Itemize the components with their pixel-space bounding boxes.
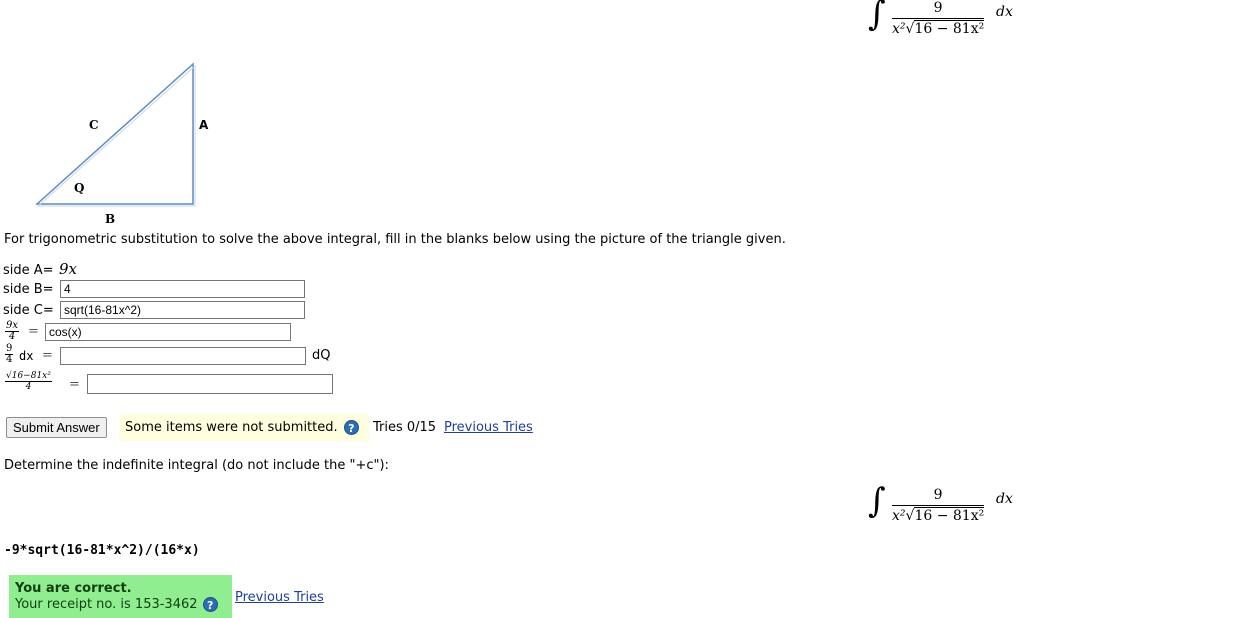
side-c-label: side C= <box>3 303 54 318</box>
status-text: Some items were not submitted. <box>125 420 338 435</box>
correct-title: You are correct. <box>15 581 132 596</box>
ratio-input[interactable] <box>45 323 291 341</box>
integral-sign: ∫ <box>868 481 886 521</box>
integral-differential: dx <box>996 491 1013 507</box>
integral-display-bottom: ∫ 9 x²√16 − 81x² dx <box>868 481 1028 531</box>
right-triangle <box>35 62 194 205</box>
part2-prompt: Determine the indefinite integral (do no… <box>4 458 389 473</box>
integrand-denominator: x²√16 − 81x² <box>892 18 985 37</box>
triangle-label-a: A <box>199 118 209 132</box>
integrand-denominator: x²√16 − 81x² <box>892 505 985 524</box>
side-b-input[interactable] <box>60 280 305 298</box>
fraction-denominator: 4 <box>6 354 13 365</box>
radicand: 16 − 81x² <box>914 20 985 37</box>
receipt-line: Your receipt no. is 153-3462 ? <box>15 597 232 612</box>
integral-display-top: ∫ 9 x²√16 − 81x² dx <box>868 0 1028 44</box>
equals-sign: = <box>69 377 80 392</box>
fraction-9x-over-4: 9x 4 <box>5 321 20 342</box>
fraction-numerator: √16−81x² <box>5 371 52 382</box>
triangle-label-b: B <box>105 212 116 226</box>
receipt-text: Your receipt no. is 153-3462 <box>15 597 198 612</box>
radicand: 16 − 81x² <box>914 507 985 524</box>
dx-input[interactable] <box>60 347 306 365</box>
integrand-numerator: 9 <box>933 487 943 503</box>
triangle-label-c: C <box>89 118 99 132</box>
denominator-x2: x² <box>892 508 906 524</box>
submitted-answer: -9*sqrt(16-81*x^2)/(16*x) <box>4 543 200 558</box>
fraction-denominator: 4 <box>8 331 16 342</box>
triangle-shadow <box>36 64 196 207</box>
integrand-fraction: 9 x²√16 − 81x² <box>892 487 985 524</box>
correct-feedback-box: You are correct. Your receipt no. is 153… <box>9 575 232 618</box>
fraction-sqrt-over-4: √16−81x² 4 <box>5 371 52 392</box>
integral-sign: ∫ <box>868 0 886 34</box>
integrand-fraction: 9 x²√16 − 81x² <box>892 0 985 37</box>
help-icon[interactable]: ? <box>343 420 359 435</box>
previous-tries-link-2[interactable]: Previous Tries <box>235 590 324 605</box>
side-b-label: side B= <box>3 282 54 297</box>
integrand-numerator: 9 <box>933 0 943 16</box>
tries-count: Tries 0/15 <box>373 420 437 435</box>
denominator-x2: x² <box>892 21 906 37</box>
side-a-value: 9x <box>59 260 78 278</box>
integral-differential: dx <box>996 4 1013 20</box>
triangle-label-q: Q <box>74 181 85 195</box>
triangle-figure <box>35 62 196 207</box>
instruction-text: For trigonometric substitution to solve … <box>4 232 786 247</box>
dq-label: dQ <box>312 348 331 363</box>
fraction-denominator: 4 <box>25 382 32 392</box>
equals-sign: = <box>42 348 53 363</box>
dx-label: dx <box>19 349 34 363</box>
submission-status: Some items were not submitted. ? <box>119 414 369 441</box>
help-icon[interactable]: ? <box>202 597 218 612</box>
sqrt-input[interactable] <box>87 374 333 394</box>
equals-sign: = <box>28 324 39 339</box>
previous-tries-link[interactable]: Previous Tries <box>444 420 533 435</box>
side-c-input[interactable] <box>60 301 305 319</box>
submit-answer-button[interactable]: Submit Answer <box>6 417 107 438</box>
side-a-label: side A= <box>3 263 54 278</box>
fraction-9-over-4: 9 4 <box>5 344 14 365</box>
